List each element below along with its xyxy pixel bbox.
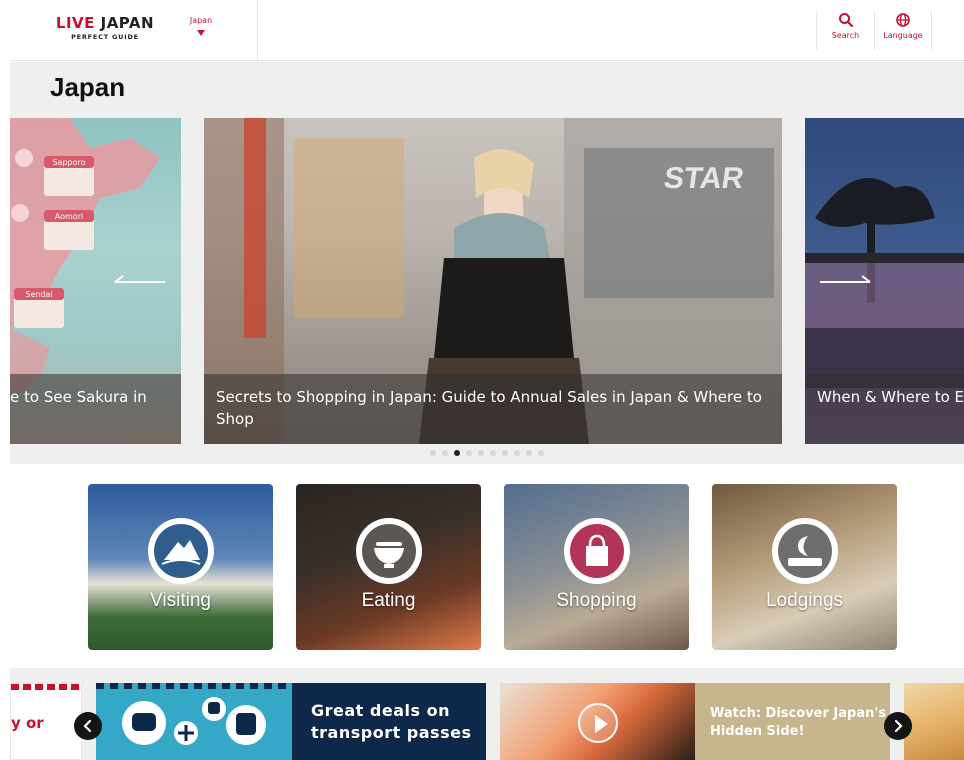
- caret-down-icon: [197, 30, 205, 36]
- carousel-next-arrow-icon[interactable]: [820, 275, 872, 289]
- category-label: Eating: [361, 590, 416, 611]
- video-banner-text: Watch: Discover Japan's Hidden Side!: [710, 705, 886, 741]
- search-button[interactable]: Search: [816, 10, 874, 50]
- language-label: Language: [883, 31, 923, 40]
- left-margin-strip: [0, 0, 10, 760]
- search-icon: [838, 13, 853, 28]
- shopping-icon: [563, 518, 630, 584]
- page-title: Japan: [50, 72, 126, 102]
- transport-banner-text: Great deals on transport passes: [311, 700, 471, 744]
- eating-icon: [355, 518, 422, 584]
- carousel-dot[interactable]: [478, 450, 484, 456]
- lodgings-icon: [771, 518, 838, 584]
- carousel-dot[interactable]: [442, 450, 448, 456]
- carousel-pagination: [430, 450, 544, 456]
- carousel-dot[interactable]: [430, 450, 436, 456]
- video-line-2: Hidden Side!: [710, 724, 805, 739]
- language-button[interactable]: Language: [874, 10, 932, 50]
- slide-caption: e to See Sakura in: [10, 374, 181, 444]
- logo-wordmark: LIVE JAPAN: [50, 14, 160, 32]
- carousel-dot[interactable]: [466, 450, 472, 456]
- category-label: Lodgings: [765, 590, 844, 611]
- carousel-dot[interactable]: [514, 450, 520, 456]
- carousel-slide-active[interactable]: STAR Secrets to Shopping in Japan: Guide…: [204, 118, 782, 444]
- carousel-prev-arrow-icon[interactable]: [113, 275, 165, 289]
- transport-illustration: [96, 683, 292, 760]
- logo-japan: JAPAN: [94, 14, 155, 32]
- banner-prev-button[interactable]: [74, 712, 102, 740]
- banner-partial-left[interactable]: y or: [10, 683, 82, 760]
- slide-caption: When & Where to E 2025: [805, 374, 964, 444]
- category-shopping[interactable]: Shopping: [504, 484, 689, 650]
- header-divider: [257, 0, 258, 61]
- logo-live: LIVE: [55, 14, 95, 32]
- logo-tagline: PERFECT GUIDE: [71, 33, 139, 41]
- carousel-dot[interactable]: [502, 450, 508, 456]
- site-logo[interactable]: LIVE JAPAN PERFECT GUIDE: [50, 14, 160, 41]
- map-label-sendai: Sendai: [25, 290, 52, 299]
- banner-video[interactable]: Watch: Discover Japan's Hidden Side!: [500, 683, 890, 760]
- region-selector[interactable]: Japan: [185, 16, 217, 36]
- site-header: LIVE JAPAN PERFECT GUIDE Japan Search La…: [10, 0, 964, 61]
- globe-icon: [896, 13, 910, 27]
- banner-next-button[interactable]: [884, 712, 912, 740]
- search-label: Search: [831, 31, 860, 40]
- banner-transport-passes[interactable]: Great deals on transport passes: [96, 683, 486, 760]
- category-label: Visiting: [150, 590, 211, 611]
- carousel-dot[interactable]: [454, 450, 460, 456]
- banner-partial-text: y or: [11, 714, 44, 732]
- visiting-icon: [147, 518, 214, 584]
- banner-partial-right[interactable]: [904, 683, 964, 760]
- banner-stripe: [11, 684, 81, 690]
- chevron-left-icon: [83, 719, 92, 733]
- carousel-dot[interactable]: [526, 450, 532, 456]
- category-label: Shopping: [556, 590, 637, 611]
- slide-caption: Secrets to Shopping in Japan: Guide to A…: [204, 374, 782, 444]
- transport-line-2: transport passes: [311, 723, 472, 742]
- region-label: Japan: [189, 16, 213, 25]
- chevron-right-icon: [894, 719, 903, 733]
- carousel-dot[interactable]: [538, 450, 544, 456]
- star-sign: STAR: [662, 162, 746, 195]
- transport-line-1: Great deals on: [311, 701, 450, 720]
- category-lodgings[interactable]: Lodgings: [712, 484, 897, 650]
- category-visiting[interactable]: Visiting: [88, 484, 273, 650]
- map-label-sapporo: Sapporo: [52, 158, 85, 167]
- category-eating[interactable]: Eating: [296, 484, 481, 650]
- play-icon[interactable]: [578, 703, 618, 743]
- map-label-aomori: Aomori: [55, 212, 83, 221]
- carousel-dot[interactable]: [490, 450, 496, 456]
- video-line-1: Watch: Discover Japan's: [710, 706, 887, 721]
